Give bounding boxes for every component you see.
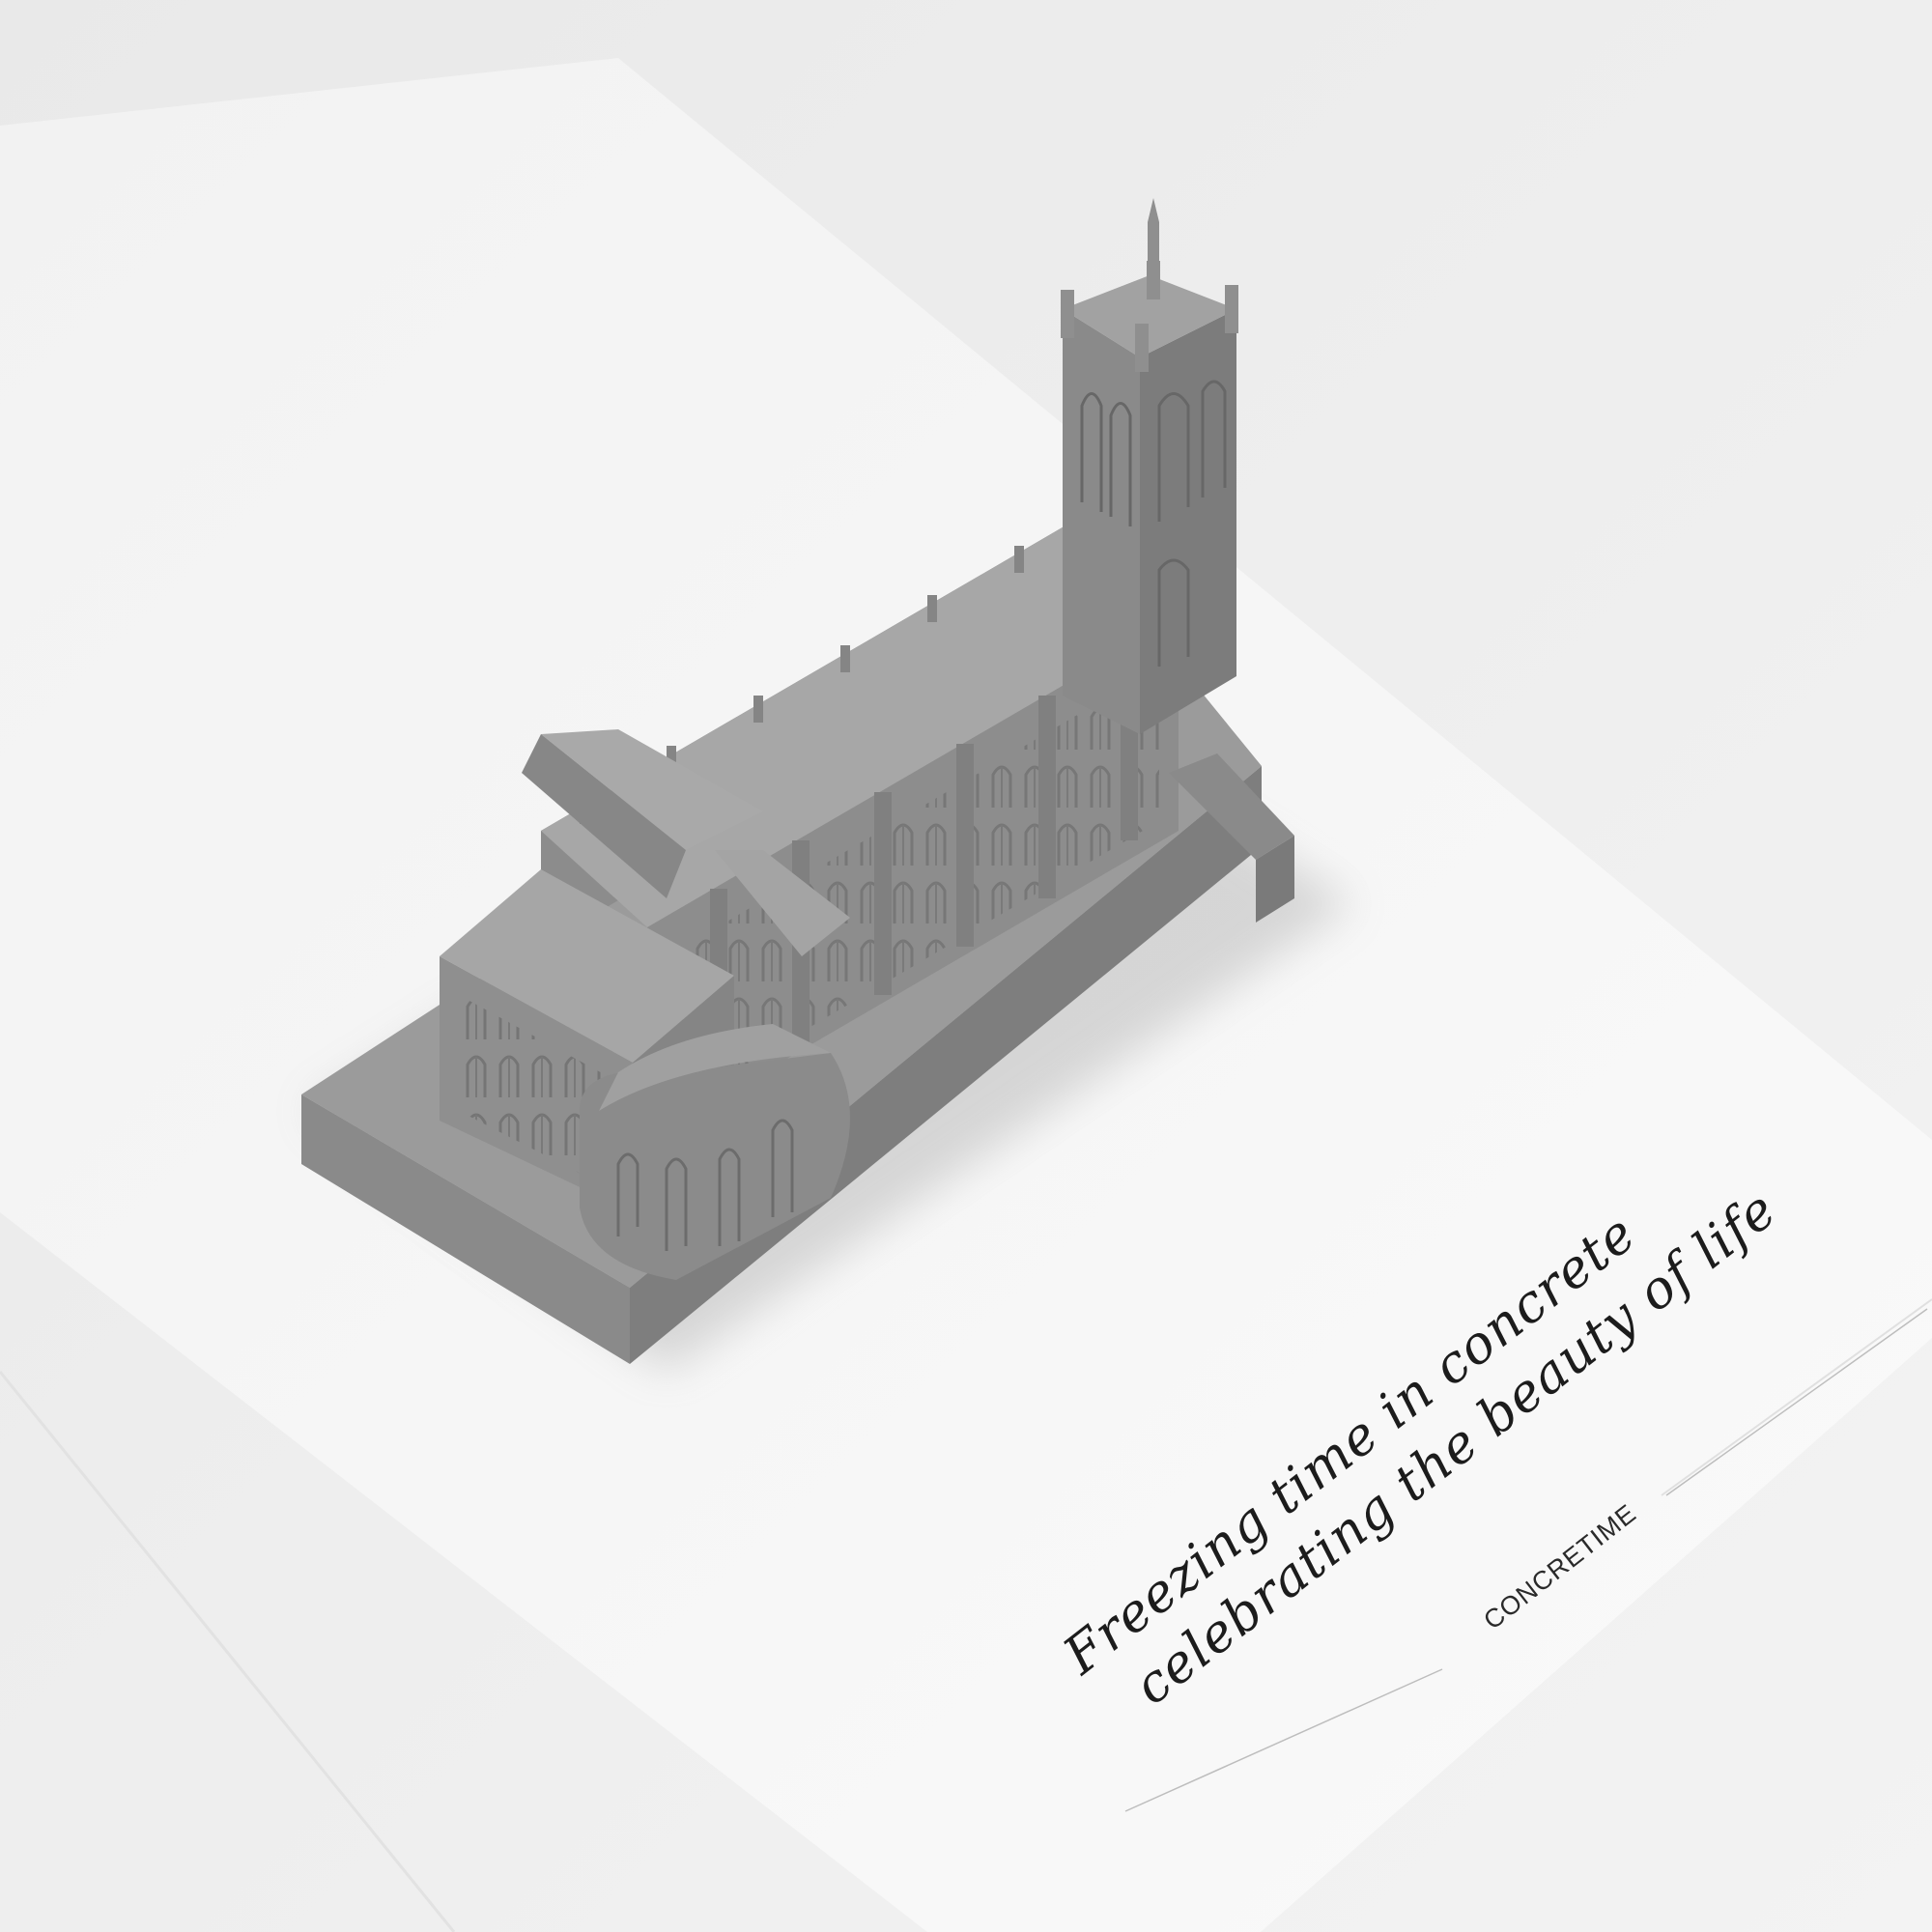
tower-left-face <box>1063 309 1140 734</box>
product-photo: Freezing time in concrete celebrating th… <box>0 0 1932 1932</box>
scene-svg: Freezing time in concrete celebrating th… <box>0 0 1932 1932</box>
tower-right-face <box>1140 309 1236 734</box>
